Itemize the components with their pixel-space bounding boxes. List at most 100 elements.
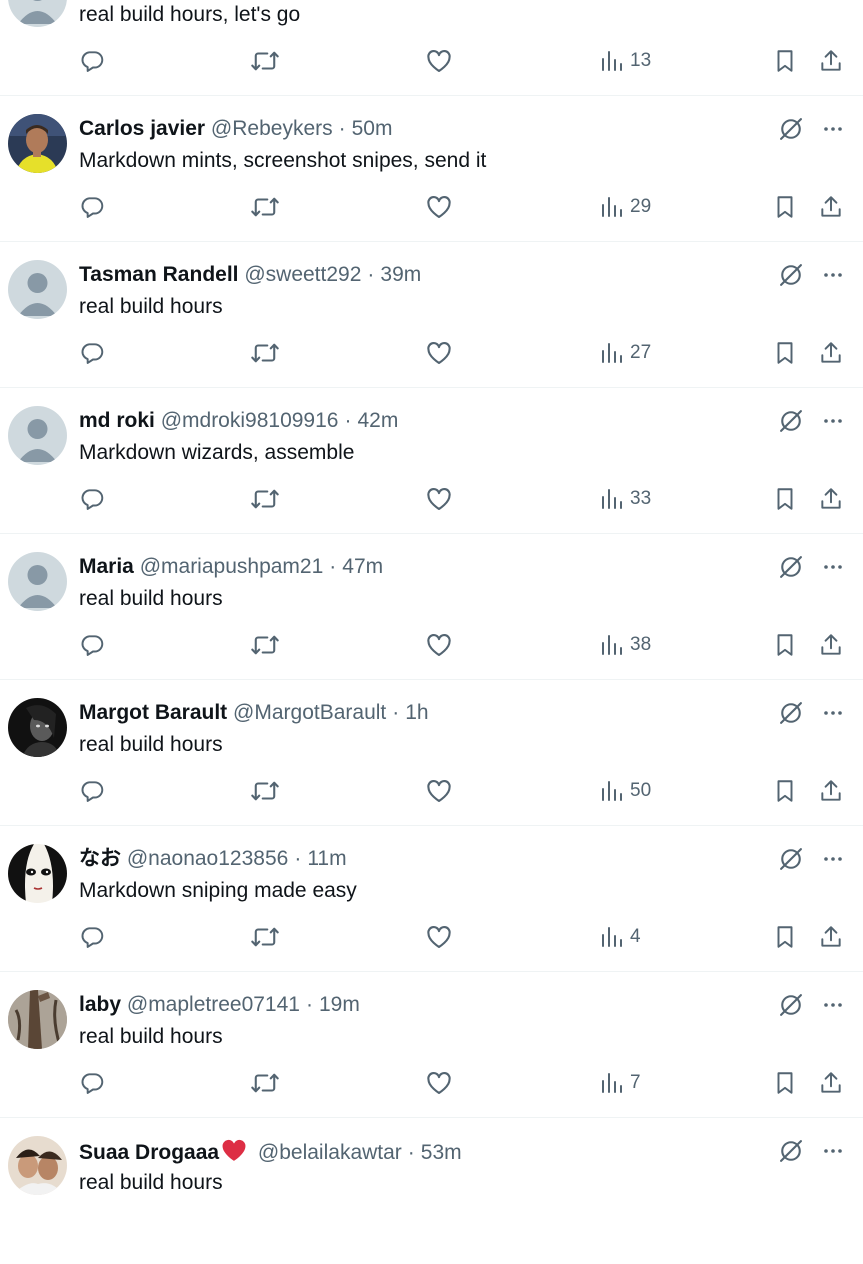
share-button[interactable] <box>818 338 844 368</box>
bookmark-button[interactable] <box>772 192 798 222</box>
avatar[interactable] <box>8 990 67 1049</box>
more-icon[interactable] <box>821 701 845 725</box>
tweet[interactable]: Suaa Drogaaa @belailakawtar · 53m real bui… <box>0 1118 863 1264</box>
retweet-button[interactable] <box>250 1068 280 1098</box>
bookmark-button[interactable] <box>772 484 798 514</box>
reply-button[interactable] <box>79 192 105 222</box>
more-icon[interactable] <box>821 1139 845 1163</box>
grok-icon[interactable] <box>777 407 805 435</box>
retweet-button[interactable] <box>250 776 280 806</box>
reply-button[interactable] <box>79 922 105 952</box>
reply-button[interactable] <box>79 776 105 806</box>
user-handle[interactable]: @mapletree07141 <box>127 993 300 1016</box>
bookmark-button[interactable] <box>772 46 798 76</box>
tweet[interactable]: なお @naonao123856 · 11m Markdown sniping ma… <box>0 826 863 972</box>
reply-button[interactable] <box>79 630 105 660</box>
avatar[interactable] <box>8 260 67 319</box>
reply-button[interactable] <box>79 484 105 514</box>
retweet-button[interactable] <box>250 630 280 660</box>
timestamp[interactable]: 1h <box>405 701 428 724</box>
views-button[interactable]: 7 <box>600 1068 641 1098</box>
views-button[interactable]: 13 <box>600 46 651 76</box>
share-button[interactable] <box>818 776 844 806</box>
grok-icon[interactable] <box>777 699 805 727</box>
share-button[interactable] <box>818 46 844 76</box>
timestamp[interactable]: 39m <box>380 263 421 286</box>
bookmark-button[interactable] <box>772 1068 798 1098</box>
bookmark-button[interactable] <box>772 630 798 660</box>
views-button[interactable]: 4 <box>600 922 641 952</box>
retweet-button[interactable] <box>250 922 280 952</box>
views-button[interactable]: 33 <box>600 484 651 514</box>
tweet[interactable]: laby @mapletree07141 · 19m real build hour… <box>0 972 863 1118</box>
timestamp[interactable]: 53m <box>421 1141 462 1164</box>
views-button[interactable]: 50 <box>600 776 651 806</box>
more-icon[interactable] <box>821 555 845 579</box>
tweet[interactable]: Tasman Randell @sweett292 · 39m real build… <box>0 242 863 388</box>
timestamp[interactable]: 50m <box>352 117 393 140</box>
like-button[interactable] <box>425 630 453 660</box>
retweet-button[interactable] <box>250 338 280 368</box>
user-handle[interactable]: @mariapushpam21 <box>140 555 324 578</box>
grok-icon[interactable] <box>777 991 805 1019</box>
more-icon[interactable] <box>821 117 845 141</box>
avatar[interactable] <box>8 406 67 465</box>
user-handle[interactable]: @MargotBarault <box>233 701 386 724</box>
grok-icon[interactable] <box>777 845 805 873</box>
like-button[interactable] <box>425 338 453 368</box>
avatar[interactable] <box>8 0 67 27</box>
display-name[interactable]: md roki <box>79 409 155 432</box>
share-button[interactable] <box>818 922 844 952</box>
more-icon[interactable] <box>821 409 845 433</box>
avatar[interactable] <box>8 114 67 173</box>
grok-icon[interactable] <box>777 1137 805 1165</box>
avatar[interactable] <box>8 698 67 757</box>
like-button[interactable] <box>425 46 453 76</box>
user-handle[interactable]: @sweett292 <box>244 263 361 286</box>
display-name[interactable]: なお <box>79 847 121 870</box>
grok-icon[interactable] <box>777 115 805 143</box>
display-name[interactable]: Maria <box>79 555 134 578</box>
bookmark-button[interactable] <box>772 922 798 952</box>
views-button[interactable]: 27 <box>600 338 651 368</box>
like-button[interactable] <box>425 776 453 806</box>
avatar[interactable] <box>8 552 67 611</box>
timestamp[interactable]: 19m <box>319 993 360 1016</box>
views-button[interactable]: 38 <box>600 630 651 660</box>
tweet[interactable]: md roki @mdroki98109916 · 42m Markdown wiz… <box>0 388 863 534</box>
reply-button[interactable] <box>79 338 105 368</box>
display-name[interactable]: Suaa Drogaaa <box>79 1141 219 1164</box>
like-button[interactable] <box>425 1068 453 1098</box>
user-handle[interactable]: @Rebeykers <box>211 117 333 140</box>
display-name[interactable]: Tasman Randell <box>79 263 239 286</box>
share-button[interactable] <box>818 630 844 660</box>
user-handle[interactable]: @belailakawtar <box>258 1141 402 1164</box>
tweet[interactable]: Maria @mariapushpam21 · 47m real build hou… <box>0 534 863 680</box>
avatar[interactable] <box>8 1136 67 1195</box>
like-button[interactable] <box>425 192 453 222</box>
grok-icon[interactable] <box>777 261 805 289</box>
views-button[interactable]: 29 <box>600 192 651 222</box>
like-button[interactable] <box>425 922 453 952</box>
retweet-button[interactable] <box>250 484 280 514</box>
grok-icon[interactable] <box>777 553 805 581</box>
share-button[interactable] <box>818 1068 844 1098</box>
tweet[interactable]: Margot Barault @MargotBarault · 1h real bu… <box>0 680 863 826</box>
display-name[interactable]: laby <box>79 993 121 1016</box>
tweet[interactable]: real build hours, let's go 13 <box>0 0 863 96</box>
bookmark-button[interactable] <box>772 338 798 368</box>
reply-button[interactable] <box>79 1068 105 1098</box>
reply-button[interactable] <box>79 46 105 76</box>
timestamp[interactable]: 11m <box>307 847 346 870</box>
like-button[interactable] <box>425 484 453 514</box>
more-icon[interactable] <box>821 993 845 1017</box>
more-icon[interactable] <box>821 263 845 287</box>
more-icon[interactable] <box>821 847 845 871</box>
timestamp[interactable]: 42m <box>357 409 398 432</box>
share-button[interactable] <box>818 192 844 222</box>
avatar[interactable] <box>8 844 67 903</box>
timestamp[interactable]: 47m <box>342 555 383 578</box>
display-name[interactable]: Margot Barault <box>79 701 227 724</box>
share-button[interactable] <box>818 484 844 514</box>
user-handle[interactable]: @mdroki98109916 <box>161 409 339 432</box>
